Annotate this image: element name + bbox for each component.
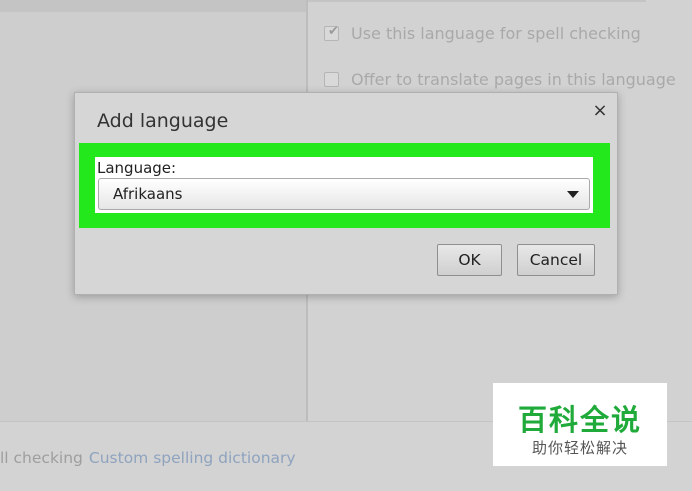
background-left-topbar	[0, 0, 306, 12]
bottom-settings-row: ll checking Custom spelling dictionary	[0, 449, 296, 467]
spell-check-text: ll checking	[0, 449, 83, 467]
language-field-panel: Language: Afrikaans	[95, 157, 593, 213]
dialog-title: Add language	[97, 110, 229, 132]
spell-check-checkbox[interactable]: ✔	[324, 23, 339, 41]
language-select[interactable]: Afrikaans	[98, 178, 590, 210]
chevron-down-icon	[567, 191, 579, 198]
spell-check-label: Use this language for spell checking	[351, 23, 641, 43]
spell-check-option[interactable]: ✔ Use this language for spell checking	[324, 22, 641, 44]
watermark-subtitle: 助你轻松解决	[531, 439, 628, 457]
translate-label: Offer to translate pages in this languag…	[351, 69, 676, 89]
background-right-topline	[308, 0, 646, 2]
language-select-value: Afrikaans	[113, 185, 183, 203]
close-icon[interactable]: ×	[589, 99, 611, 121]
highlight-box: Language: Afrikaans	[79, 143, 610, 228]
watermark-logo: 百科全说 助你轻松解决	[493, 383, 667, 466]
cancel-button[interactable]: Cancel	[517, 244, 595, 276]
watermark-title: 百科全说	[517, 403, 642, 437]
add-language-dialog: Add language × Language: Afrikaans OK Ca…	[74, 92, 618, 295]
ok-button[interactable]: OK	[437, 244, 502, 276]
checkmark-icon: ✔	[328, 23, 339, 39]
translate-checkbox[interactable]	[324, 71, 339, 87]
translate-option[interactable]: Offer to translate pages in this languag…	[324, 68, 676, 90]
language-label: Language:	[97, 159, 177, 177]
custom-dictionary-link[interactable]: Custom spelling dictionary	[89, 449, 296, 467]
